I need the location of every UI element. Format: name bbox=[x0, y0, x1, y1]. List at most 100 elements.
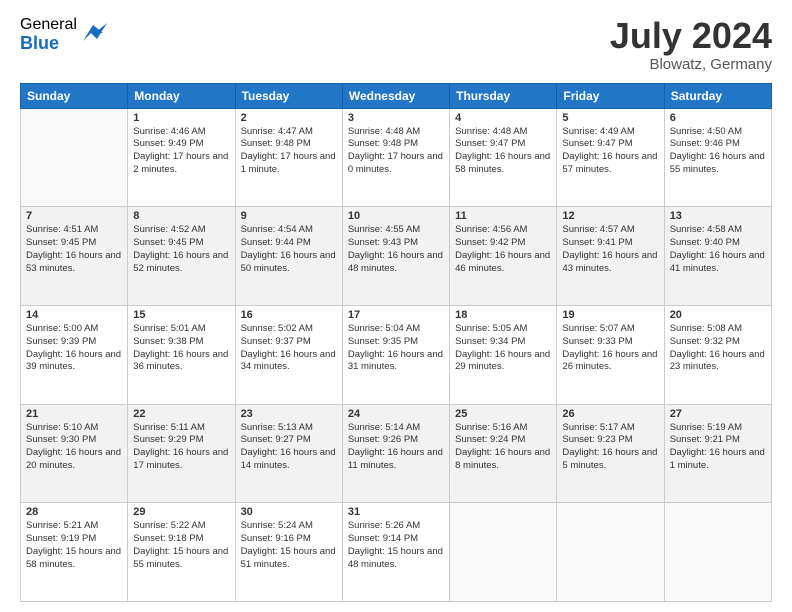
day-number: 5 bbox=[562, 112, 658, 124]
sunrise-text: Sunrise: 5:14 AM bbox=[348, 422, 420, 433]
daylight-text: Daylight: 16 hours and 48 minutes. bbox=[348, 250, 443, 274]
col-thursday: Thursday bbox=[450, 83, 557, 108]
table-row: 9 Sunrise: 4:54 AM Sunset: 9:44 PM Dayli… bbox=[235, 207, 342, 306]
table-row: 13 Sunrise: 4:58 AM Sunset: 9:40 PM Dayl… bbox=[664, 207, 771, 306]
sunrise-text: Sunrise: 5:10 AM bbox=[26, 422, 98, 433]
calendar-header-row: Sunday Monday Tuesday Wednesday Thursday… bbox=[21, 83, 772, 108]
day-number: 3 bbox=[348, 112, 444, 124]
daylight-text: Daylight: 16 hours and 55 minutes. bbox=[670, 151, 765, 175]
table-row bbox=[21, 108, 128, 207]
col-wednesday: Wednesday bbox=[342, 83, 449, 108]
sunrise-text: Sunrise: 4:50 AM bbox=[670, 126, 742, 137]
table-row: 4 Sunrise: 4:48 AM Sunset: 9:47 PM Dayli… bbox=[450, 108, 557, 207]
sunset-text: Sunset: 9:16 PM bbox=[241, 533, 311, 544]
table-row: 24 Sunrise: 5:14 AM Sunset: 9:26 PM Dayl… bbox=[342, 404, 449, 503]
daylight-text: Daylight: 16 hours and 26 minutes. bbox=[562, 349, 657, 373]
day-number: 7 bbox=[26, 210, 122, 222]
table-row: 23 Sunrise: 5:13 AM Sunset: 9:27 PM Dayl… bbox=[235, 404, 342, 503]
daylight-text: Daylight: 17 hours and 0 minutes. bbox=[348, 151, 443, 175]
daylight-text: Daylight: 17 hours and 1 minute. bbox=[241, 151, 336, 175]
cell-content: Sunrise: 4:48 AM Sunset: 9:48 PM Dayligh… bbox=[348, 126, 444, 177]
table-row: 21 Sunrise: 5:10 AM Sunset: 9:30 PM Dayl… bbox=[21, 404, 128, 503]
table-row: 8 Sunrise: 4:52 AM Sunset: 9:45 PM Dayli… bbox=[128, 207, 235, 306]
day-number: 14 bbox=[26, 309, 122, 321]
sunrise-text: Sunrise: 4:58 AM bbox=[670, 224, 742, 235]
cell-content: Sunrise: 4:49 AM Sunset: 9:47 PM Dayligh… bbox=[562, 126, 658, 177]
calendar-week-row: 7 Sunrise: 4:51 AM Sunset: 9:45 PM Dayli… bbox=[21, 207, 772, 306]
daylight-text: Daylight: 17 hours and 2 minutes. bbox=[133, 151, 228, 175]
calendar-week-row: 28 Sunrise: 5:21 AM Sunset: 9:19 PM Dayl… bbox=[21, 503, 772, 602]
cell-content: Sunrise: 4:57 AM Sunset: 9:41 PM Dayligh… bbox=[562, 224, 658, 275]
daylight-text: Daylight: 16 hours and 20 minutes. bbox=[26, 447, 121, 471]
day-number: 24 bbox=[348, 408, 444, 420]
location: Blowatz, Germany bbox=[610, 56, 772, 73]
table-row: 31 Sunrise: 5:26 AM Sunset: 9:14 PM Dayl… bbox=[342, 503, 449, 602]
sunset-text: Sunset: 9:18 PM bbox=[133, 533, 203, 544]
cell-content: Sunrise: 4:46 AM Sunset: 9:49 PM Dayligh… bbox=[133, 126, 229, 177]
logo-general: General bbox=[20, 16, 77, 34]
calendar-week-row: 1 Sunrise: 4:46 AM Sunset: 9:49 PM Dayli… bbox=[21, 108, 772, 207]
daylight-text: Daylight: 16 hours and 53 minutes. bbox=[26, 250, 121, 274]
sunrise-text: Sunrise: 4:55 AM bbox=[348, 224, 420, 235]
day-number: 16 bbox=[241, 309, 337, 321]
daylight-text: Daylight: 16 hours and 11 minutes. bbox=[348, 447, 443, 471]
day-number: 23 bbox=[241, 408, 337, 420]
day-number: 4 bbox=[455, 112, 551, 124]
sunset-text: Sunset: 9:38 PM bbox=[133, 336, 203, 347]
sunset-text: Sunset: 9:35 PM bbox=[348, 336, 418, 347]
day-number: 18 bbox=[455, 309, 551, 321]
daylight-text: Daylight: 16 hours and 50 minutes. bbox=[241, 250, 336, 274]
sunset-text: Sunset: 9:43 PM bbox=[348, 237, 418, 248]
daylight-text: Daylight: 16 hours and 31 minutes. bbox=[348, 349, 443, 373]
daylight-text: Daylight: 16 hours and 36 minutes. bbox=[133, 349, 228, 373]
daylight-text: Daylight: 16 hours and 14 minutes. bbox=[241, 447, 336, 471]
table-row: 12 Sunrise: 4:57 AM Sunset: 9:41 PM Dayl… bbox=[557, 207, 664, 306]
cell-content: Sunrise: 4:55 AM Sunset: 9:43 PM Dayligh… bbox=[348, 224, 444, 275]
sunset-text: Sunset: 9:19 PM bbox=[26, 533, 96, 544]
table-row: 7 Sunrise: 4:51 AM Sunset: 9:45 PM Dayli… bbox=[21, 207, 128, 306]
daylight-text: Daylight: 16 hours and 34 minutes. bbox=[241, 349, 336, 373]
cell-content: Sunrise: 4:58 AM Sunset: 9:40 PM Dayligh… bbox=[670, 224, 766, 275]
table-row bbox=[664, 503, 771, 602]
table-row: 15 Sunrise: 5:01 AM Sunset: 9:38 PM Dayl… bbox=[128, 305, 235, 404]
sunrise-text: Sunrise: 5:24 AM bbox=[241, 520, 313, 531]
day-number: 22 bbox=[133, 408, 229, 420]
logo-blue: Blue bbox=[20, 34, 77, 54]
day-number: 29 bbox=[133, 506, 229, 518]
day-number: 31 bbox=[348, 506, 444, 518]
day-number: 13 bbox=[670, 210, 766, 222]
daylight-text: Daylight: 16 hours and 43 minutes. bbox=[562, 250, 657, 274]
page: General Blue July 2024 Blowatz, Germany … bbox=[0, 0, 792, 612]
sunset-text: Sunset: 9:37 PM bbox=[241, 336, 311, 347]
sunrise-text: Sunrise: 4:46 AM bbox=[133, 126, 205, 137]
day-number: 25 bbox=[455, 408, 551, 420]
daylight-text: Daylight: 15 hours and 58 minutes. bbox=[26, 546, 121, 570]
sunrise-text: Sunrise: 4:57 AM bbox=[562, 224, 634, 235]
day-number: 2 bbox=[241, 112, 337, 124]
cell-content: Sunrise: 5:17 AM Sunset: 9:23 PM Dayligh… bbox=[562, 422, 658, 473]
sunrise-text: Sunrise: 5:08 AM bbox=[670, 323, 742, 334]
sunset-text: Sunset: 9:45 PM bbox=[26, 237, 96, 248]
sunrise-text: Sunrise: 5:21 AM bbox=[26, 520, 98, 531]
daylight-text: Daylight: 16 hours and 52 minutes. bbox=[133, 250, 228, 274]
day-number: 20 bbox=[670, 309, 766, 321]
table-row: 14 Sunrise: 5:00 AM Sunset: 9:39 PM Dayl… bbox=[21, 305, 128, 404]
cell-content: Sunrise: 5:08 AM Sunset: 9:32 PM Dayligh… bbox=[670, 323, 766, 374]
sunset-text: Sunset: 9:14 PM bbox=[348, 533, 418, 544]
cell-content: Sunrise: 5:11 AM Sunset: 9:29 PM Dayligh… bbox=[133, 422, 229, 473]
cell-content: Sunrise: 4:48 AM Sunset: 9:47 PM Dayligh… bbox=[455, 126, 551, 177]
sunset-text: Sunset: 9:34 PM bbox=[455, 336, 525, 347]
sunset-text: Sunset: 9:48 PM bbox=[348, 138, 418, 149]
table-row: 25 Sunrise: 5:16 AM Sunset: 9:24 PM Dayl… bbox=[450, 404, 557, 503]
sunset-text: Sunset: 9:47 PM bbox=[455, 138, 525, 149]
sunrise-text: Sunrise: 5:13 AM bbox=[241, 422, 313, 433]
cell-content: Sunrise: 5:02 AM Sunset: 9:37 PM Dayligh… bbox=[241, 323, 337, 374]
sunrise-text: Sunrise: 4:49 AM bbox=[562, 126, 634, 137]
table-row bbox=[557, 503, 664, 602]
sunrise-text: Sunrise: 4:48 AM bbox=[455, 126, 527, 137]
table-row: 28 Sunrise: 5:21 AM Sunset: 9:19 PM Dayl… bbox=[21, 503, 128, 602]
daylight-text: Daylight: 16 hours and 17 minutes. bbox=[133, 447, 228, 471]
calendar-week-row: 14 Sunrise: 5:00 AM Sunset: 9:39 PM Dayl… bbox=[21, 305, 772, 404]
sunset-text: Sunset: 9:42 PM bbox=[455, 237, 525, 248]
sunset-text: Sunset: 9:24 PM bbox=[455, 434, 525, 445]
